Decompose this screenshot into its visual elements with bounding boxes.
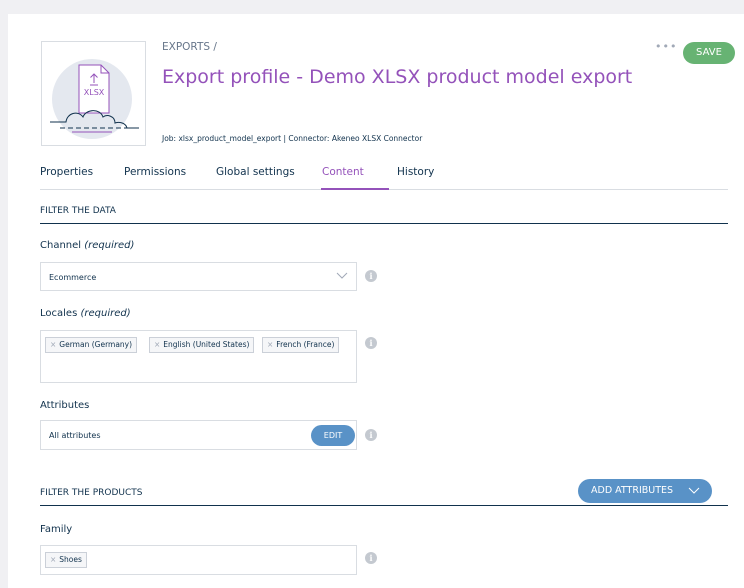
- chevron-down-icon: [688, 487, 700, 494]
- filter-data-section-header: FILTER THE DATA: [40, 200, 728, 224]
- export-profile-page: XLSX EXPORTS / Export profile - Demo XLS…: [8, 14, 744, 588]
- tab-properties[interactable]: Properties: [40, 166, 93, 190]
- add-attributes-button[interactable]: ADD ATTRIBUTES: [578, 479, 712, 503]
- family-chip[interactable]: × Shoes: [45, 552, 87, 568]
- tab-content[interactable]: Content: [321, 166, 389, 190]
- edit-attributes-button[interactable]: EDIT: [311, 425, 355, 446]
- save-button[interactable]: SAVE: [683, 42, 735, 64]
- locale-chip[interactable]: × English (United States): [149, 337, 255, 353]
- attributes-label: Attributes: [40, 400, 90, 411]
- family-label: Family: [40, 524, 73, 535]
- remove-chip-icon[interactable]: ×: [50, 555, 56, 564]
- remove-chip-icon[interactable]: ×: [267, 340, 273, 349]
- section-title: FILTER THE DATA: [40, 206, 116, 216]
- required-hint: (required): [80, 308, 131, 319]
- info-icon[interactable]: i: [365, 270, 377, 282]
- tab-history[interactable]: History: [397, 166, 434, 190]
- svg-text:XLSX: XLSX: [84, 88, 105, 97]
- more-actions-button[interactable]: •••: [655, 40, 677, 53]
- required-hint: (required): [84, 240, 135, 251]
- breadcrumb[interactable]: EXPORTS /: [162, 41, 217, 53]
- locales-label: Locales (required): [40, 308, 131, 319]
- tab-global-settings[interactable]: Global settings: [216, 166, 295, 190]
- attributes-value: All attributes: [49, 431, 101, 440]
- remove-chip-icon[interactable]: ×: [50, 340, 56, 349]
- job-connector-info: Job: xlsx_product_model_export | Connect…: [162, 134, 423, 143]
- locale-chip[interactable]: × German (Germany): [45, 337, 138, 353]
- export-thumbnail: XLSX: [41, 41, 146, 146]
- attributes-field: All attributes EDIT: [40, 420, 357, 450]
- locale-chip[interactable]: × French (France): [262, 337, 340, 353]
- channel-selected-value: Ecommerce: [49, 273, 97, 282]
- chevron-down-icon: [336, 272, 348, 279]
- tab-bar: Properties Permissions Global settings C…: [40, 164, 728, 190]
- tab-permissions[interactable]: Permissions: [124, 166, 186, 190]
- channel-select[interactable]: Ecommerce: [40, 262, 357, 291]
- section-title: FILTER THE PRODUCTS: [40, 488, 143, 498]
- page-title: Export profile - Demo XLSX product model…: [162, 66, 633, 88]
- info-icon[interactable]: i: [365, 337, 377, 349]
- locales-multiselect[interactable]: × German (Germany) × English (United State…: [40, 330, 357, 383]
- family-multiselect[interactable]: × Shoes: [40, 545, 357, 575]
- info-icon[interactable]: i: [365, 429, 377, 441]
- export-file-icon: XLSX: [50, 59, 139, 139]
- remove-chip-icon[interactable]: ×: [154, 340, 160, 349]
- channel-label: Channel (required): [40, 240, 135, 251]
- info-icon[interactable]: i: [365, 552, 377, 564]
